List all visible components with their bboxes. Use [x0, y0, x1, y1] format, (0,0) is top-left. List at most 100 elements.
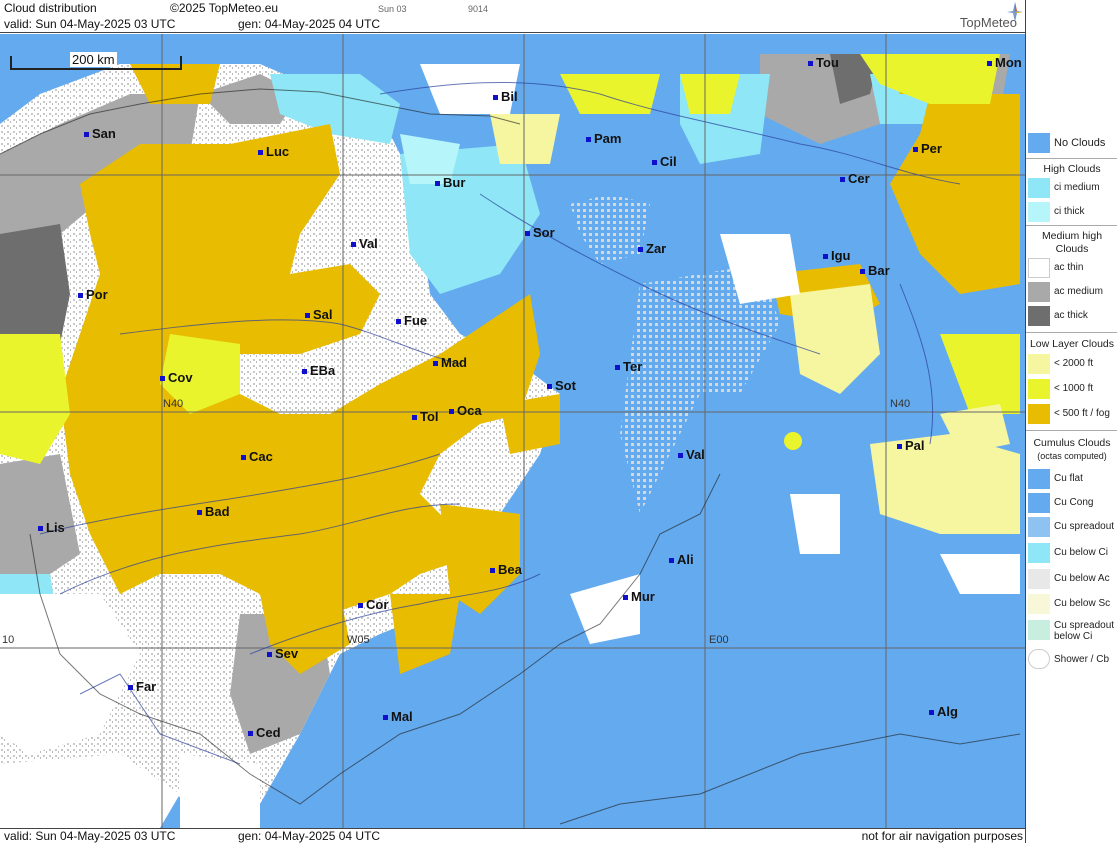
city-marker[interactable]: Val — [678, 447, 705, 462]
city-marker[interactable]: Tol — [412, 409, 439, 424]
city-label: Bil — [501, 89, 518, 104]
city-label: Bad — [205, 504, 230, 519]
legend-swatch-ac-medium — [1028, 282, 1050, 302]
legend-swatch-cu-flat — [1028, 469, 1050, 489]
grid-label-w10: 10 — [2, 634, 15, 646]
city-label: Val — [686, 447, 705, 462]
city-label: Sev — [275, 646, 299, 661]
city-marker[interactable]: Sev — [267, 646, 298, 661]
city-marker[interactable]: Pal — [897, 438, 925, 453]
city-marker[interactable]: Mal — [383, 709, 413, 724]
legend-swatch-low-1000 — [1028, 379, 1050, 399]
legend-label-cu-spread: Cu spreadout — [1054, 521, 1115, 532]
city-label: Oca — [457, 403, 482, 418]
legend-subheading-cumulus: (octas computed) — [1037, 451, 1107, 461]
city-marker[interactable]: Per — [913, 141, 942, 156]
city-marker[interactable]: EBa — [302, 363, 335, 378]
city-marker[interactable]: Lis — [38, 520, 65, 535]
city-label: Tol — [420, 409, 439, 424]
city-marker[interactable]: Mon — [987, 55, 1022, 70]
legend-swatch-cu-cong — [1028, 493, 1050, 513]
city-label: San — [92, 126, 116, 141]
city-marker[interactable]: Ter — [615, 359, 642, 374]
compass-logo-icon — [1007, 2, 1023, 22]
city-marker[interactable]: Zar — [638, 241, 666, 256]
legend-divider — [1026, 158, 1117, 159]
city-marker[interactable]: Luc — [258, 144, 289, 159]
city-label: Alg — [937, 704, 958, 719]
city-marker[interactable]: Sal — [305, 307, 333, 322]
legend-swatch-ac-thin — [1028, 258, 1050, 278]
legend-swatch-cu-below-ac — [1028, 569, 1050, 589]
city-label: Mad — [441, 355, 467, 370]
city-marker[interactable]: Far — [128, 679, 156, 694]
city-marker[interactable]: Cil — [652, 154, 677, 169]
city-label: Ced — [256, 725, 281, 740]
city-marker[interactable]: San — [84, 126, 116, 141]
city-marker[interactable]: Ced — [248, 725, 281, 740]
gen-time: gen: 04-May-2025 04 UTC — [238, 17, 381, 31]
city-label: Cov — [168, 370, 193, 385]
city-marker[interactable]: Alg — [929, 704, 958, 719]
city-label: Sot — [555, 378, 576, 393]
map-header: Cloud distribution ©2025 TopMeteo.eu Sun… — [0, 0, 1025, 33]
city-marker[interactable]: Mur — [623, 589, 655, 604]
city-marker[interactable]: Cac — [241, 449, 273, 464]
city-label: Sal — [313, 307, 333, 322]
legend-label-ci-thick: ci thick — [1054, 206, 1085, 217]
city-label: Pam — [594, 131, 622, 146]
city-label: Bar — [868, 263, 890, 278]
city-label: Cer — [848, 171, 870, 186]
legend-heading-medium: Medium high Clouds — [1041, 230, 1103, 255]
legend-heading-low: Low Layer Clouds — [1029, 338, 1115, 350]
legend-label-cu-spread-ci: Cu spreadout below Ci — [1054, 620, 1115, 642]
footer-gen-time: gen: 04-May-2025 04 UTC — [238, 829, 381, 843]
city-marker[interactable]: Mad — [433, 355, 467, 370]
legend-swatch-ac-thick — [1028, 306, 1050, 326]
city-label: Ter — [623, 359, 643, 374]
legend-label-ci-medium: ci medium — [1054, 182, 1100, 193]
legend-heading-high: High Clouds — [1043, 163, 1101, 175]
city-marker[interactable]: Ali — [669, 552, 694, 567]
legend-label-low-500: < 500 ft / fog — [1054, 408, 1110, 419]
city-marker[interactable]: Pam — [586, 131, 621, 146]
city-marker[interactable]: Cor — [358, 597, 388, 612]
footer-valid-time: valid: Sun 04-May-2025 03 UTC — [4, 829, 176, 843]
city-marker[interactable]: Cov — [160, 370, 193, 385]
legend-label-ac-thick: ac thick — [1054, 310, 1088, 321]
city-label: Cil — [660, 154, 677, 169]
city-label: Per — [921, 141, 942, 156]
city-marker[interactable]: Bad — [197, 504, 230, 519]
city-marker[interactable]: Bur — [435, 175, 465, 190]
city-marker[interactable]: Bil — [493, 89, 518, 104]
map-footer: valid: Sun 04-May-2025 03 UTC gen: 04-Ma… — [0, 828, 1025, 843]
legend-swatch-shower — [1028, 649, 1050, 669]
city-label: Lis — [46, 520, 65, 535]
city-marker[interactable]: Igu — [823, 248, 851, 263]
city-marker[interactable]: Bar — [860, 263, 890, 278]
city-label: Val — [359, 236, 378, 251]
frame-code: 9014 — [468, 4, 489, 14]
legend-label-cu-below-ac: Cu below Ac — [1054, 573, 1110, 584]
frame-day: Sun 03 — [378, 4, 407, 14]
city-label: Zar — [646, 241, 667, 256]
city-label: Far — [136, 679, 157, 694]
city-marker[interactable]: Bea — [490, 562, 522, 577]
city-marker[interactable]: Oca — [449, 403, 482, 418]
city-marker[interactable]: Por — [78, 287, 108, 302]
city-marker[interactable]: Cer — [840, 171, 870, 186]
city-marker[interactable]: Sor — [525, 225, 555, 240]
city-marker[interactable]: Val — [351, 236, 378, 251]
legend-swatch-ci-medium — [1028, 178, 1050, 198]
city-label: Cac — [249, 449, 273, 464]
legend-label-shower: Shower / Cb — [1054, 654, 1110, 665]
scale-bar: 200 km — [10, 52, 182, 70]
grid-label-e00: E00 — [709, 634, 729, 646]
legend-swatch-cu-below-sc — [1028, 594, 1050, 614]
legend-label-cu-below-ci: Cu below Ci — [1054, 547, 1108, 558]
footer-disclaimer: not for air navigation purposes — [861, 829, 1023, 843]
city-marker[interactable]: Sot — [547, 378, 576, 393]
legend-swatch-ci-thick — [1028, 202, 1050, 222]
city-marker[interactable]: Tou — [808, 55, 839, 70]
city-marker[interactable]: Fue — [396, 313, 427, 328]
